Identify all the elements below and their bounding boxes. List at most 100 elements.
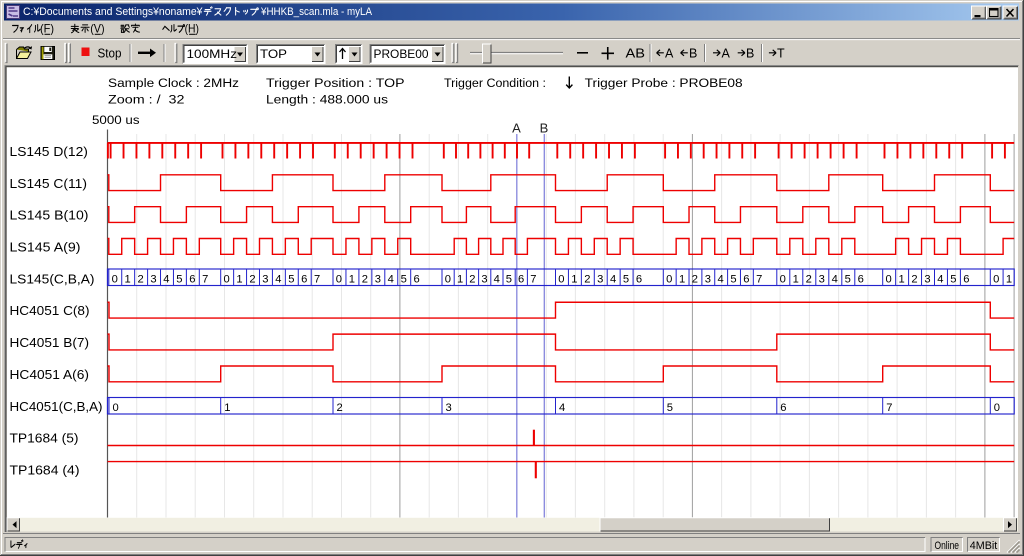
svg-text:Trigger Condition :: Trigger Condition : <box>444 76 546 90</box>
svg-text:3: 3 <box>446 402 452 414</box>
svg-text:0: 0 <box>558 273 564 285</box>
svg-text:0: 0 <box>780 273 786 285</box>
svg-text:(F): (F) <box>40 22 54 36</box>
svg-text:5: 5 <box>401 273 407 285</box>
svg-text:5: 5 <box>667 402 673 414</box>
svg-text:4: 4 <box>610 273 616 285</box>
svg-text:Stop: Stop <box>98 47 122 61</box>
svg-text:7: 7 <box>530 273 536 285</box>
svg-text:7: 7 <box>756 273 762 285</box>
svg-text:3: 3 <box>597 273 603 285</box>
svg-text:0: 0 <box>112 273 118 285</box>
svg-text:1: 1 <box>1006 273 1012 285</box>
svg-text:Sample Clock : 2MHz: Sample Clock : 2MHz <box>108 76 239 90</box>
svg-text:2: 2 <box>806 273 812 285</box>
svg-text:4: 4 <box>559 402 565 414</box>
svg-text:AB: AB <box>626 46 646 61</box>
svg-text:Zoom : / 32: Zoom : / 32 <box>108 93 185 107</box>
svg-text:6: 6 <box>780 402 786 414</box>
svg-text:5: 5 <box>845 273 851 285</box>
svg-text:C:¥Documents and Settings¥nona: C:¥Documents and Settings¥noname¥ <box>23 6 203 18</box>
svg-text:6: 6 <box>743 273 749 285</box>
svg-text:7: 7 <box>314 273 320 285</box>
svg-text:4: 4 <box>718 273 724 285</box>
svg-text:5: 5 <box>176 273 182 285</box>
svg-text:5: 5 <box>506 273 512 285</box>
svg-text:A: A <box>512 121 521 136</box>
svg-text:HC4051(C,B,A): HC4051(C,B,A) <box>10 399 103 414</box>
svg-text:1: 1 <box>679 273 685 285</box>
svg-text:TP1684 (5): TP1684 (5) <box>10 431 79 446</box>
svg-text:4: 4 <box>275 273 281 285</box>
svg-text:Trigger Position : TOP: Trigger Position : TOP <box>266 76 405 90</box>
svg-text:1: 1 <box>457 273 463 285</box>
svg-text:LS145 C(11): LS145 C(11) <box>10 176 88 191</box>
svg-text:0: 0 <box>445 273 451 285</box>
svg-text:0: 0 <box>993 273 999 285</box>
svg-text:7: 7 <box>886 402 892 414</box>
svg-text:1: 1 <box>899 273 905 285</box>
svg-text:4: 4 <box>494 273 500 285</box>
svg-text:3: 3 <box>481 273 487 285</box>
svg-text:1: 1 <box>793 273 799 285</box>
svg-text:3: 3 <box>819 273 825 285</box>
svg-text:B: B <box>746 47 754 61</box>
svg-text:TP1684 (4): TP1684 (4) <box>10 463 80 478</box>
svg-text:LS145 B(10): LS145 B(10) <box>10 208 89 223</box>
svg-text:2: 2 <box>362 273 368 285</box>
svg-text:1: 1 <box>125 273 131 285</box>
svg-text:5: 5 <box>288 273 294 285</box>
svg-text:4: 4 <box>163 273 169 285</box>
svg-text:3: 3 <box>150 273 156 285</box>
svg-text:4: 4 <box>832 273 838 285</box>
svg-text:Online: Online <box>935 540 960 552</box>
svg-text:6: 6 <box>414 273 420 285</box>
svg-text:0: 0 <box>224 273 230 285</box>
svg-text:3: 3 <box>262 273 268 285</box>
svg-text:2: 2 <box>584 273 590 285</box>
svg-text:0: 0 <box>886 273 892 285</box>
svg-text:6: 6 <box>301 273 307 285</box>
svg-text:1: 1 <box>224 402 230 414</box>
svg-text:6: 6 <box>963 273 969 285</box>
svg-text:A: A <box>722 47 731 61</box>
svg-text:0: 0 <box>994 402 1000 414</box>
svg-text:LS145(C,B,A): LS145(C,B,A) <box>10 271 95 286</box>
svg-text:HC4051 A(6): HC4051 A(6) <box>10 367 90 382</box>
svg-text:Trigger Probe : PROBE08: Trigger Probe : PROBE08 <box>585 76 743 90</box>
svg-text:Length : 488.000 us: Length : 488.000 us <box>266 93 388 107</box>
svg-text:LS145 A(9): LS145 A(9) <box>10 240 81 255</box>
svg-text:1: 1 <box>236 273 242 285</box>
svg-text:100MHz: 100MHz <box>187 47 238 61</box>
svg-text:(V): (V) <box>90 22 104 36</box>
svg-text:1: 1 <box>349 273 355 285</box>
svg-text:A: A <box>665 47 674 61</box>
svg-text:2: 2 <box>337 402 343 414</box>
svg-text:4: 4 <box>388 273 394 285</box>
svg-text:2: 2 <box>469 273 475 285</box>
svg-text:6: 6 <box>189 273 195 285</box>
svg-text:0: 0 <box>336 273 342 285</box>
svg-text:5000 us: 5000 us <box>92 113 140 127</box>
svg-text:TOP: TOP <box>260 47 287 61</box>
svg-text:1: 1 <box>571 273 577 285</box>
svg-text:0: 0 <box>666 273 672 285</box>
svg-text:¥HHKB_scan.mla - myLA: ¥HHKB_scan.mla - myLA <box>260 6 372 18</box>
svg-text:2: 2 <box>138 273 144 285</box>
svg-text:(H): (H) <box>185 22 199 36</box>
svg-text:5: 5 <box>623 273 629 285</box>
svg-text:T: T <box>777 47 785 61</box>
svg-text:B: B <box>689 47 697 61</box>
svg-text:HC4051 C(8): HC4051 C(8) <box>10 303 90 318</box>
svg-text:3: 3 <box>375 273 381 285</box>
svg-text:LS145 D(12): LS145 D(12) <box>10 144 88 159</box>
svg-text:6: 6 <box>858 273 864 285</box>
svg-text:5: 5 <box>950 273 956 285</box>
svg-text:3: 3 <box>924 273 930 285</box>
svg-text:5: 5 <box>730 273 736 285</box>
svg-text:B: B <box>540 121 549 136</box>
svg-text:4MBit: 4MBit <box>970 540 998 552</box>
svg-text:0: 0 <box>113 402 119 414</box>
svg-text:7: 7 <box>202 273 208 285</box>
svg-text:6: 6 <box>636 273 642 285</box>
